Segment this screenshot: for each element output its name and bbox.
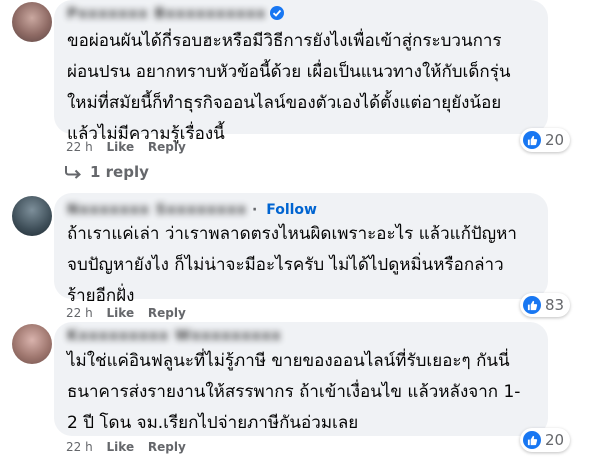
comment-text: ไม่ใช่แค่อินฟลูนะที่ไม่รู้ภาษี ขายของออน…: [67, 351, 521, 433]
comment-meta: 22 h Like Reply: [66, 440, 196, 454]
comment-time[interactable]: 22 h: [66, 140, 93, 154]
comment-author[interactable]: Nxxxxxxx Sxxxxxxxx · Follow: [67, 202, 317, 218]
comment-time[interactable]: 22 h: [66, 306, 93, 320]
reaction-count[interactable]: 83: [520, 293, 571, 317]
reply-button[interactable]: Reply: [148, 140, 186, 154]
reaction-count[interactable]: 20: [520, 128, 571, 152]
avatar[interactable]: [12, 196, 52, 236]
like-button[interactable]: Like: [107, 140, 135, 154]
reaction-number: 83: [545, 296, 565, 314]
verified-badge-icon: [270, 6, 285, 20]
comment-meta: 22 h Like Reply: [66, 306, 196, 320]
reply-button[interactable]: Reply: [148, 440, 186, 454]
thumbs-up-icon: [523, 131, 541, 149]
comment-meta: 22 h Like Reply: [66, 140, 196, 154]
reply-button[interactable]: Reply: [148, 306, 186, 320]
comment-bubble: Pxxxxxxx Bxxxxxxxxxx ขอผ่อนผันได้กี่รอบฮ…: [54, 0, 548, 144]
thumbs-up-icon: [523, 431, 541, 449]
reaction-count[interactable]: 20: [520, 428, 571, 452]
avatar[interactable]: [12, 324, 52, 364]
like-button[interactable]: Like: [107, 440, 135, 454]
comment-bubble: Kxxxxxxxxx Wxxxxxxxxx ไม่ใช่แค่อินฟลูนะท…: [54, 322, 548, 436]
follow-button[interactable]: Follow: [266, 202, 317, 218]
avatar[interactable]: [12, 2, 52, 42]
comment-text: ถ้าเราแค่เล่า ว่าเราพลาดตรงไหนผิดเพราะอะ…: [67, 224, 517, 306]
comment-author[interactable]: Pxxxxxxx Bxxxxxxxxxx: [67, 6, 285, 22]
comment-text: ขอผ่อนผันได้กี่รอบฮะหรือมีวิธีการยังไงเพ…: [67, 31, 511, 144]
replies-label[interactable]: 1 reply: [90, 163, 149, 181]
reply-arrow-icon: [65, 166, 81, 179]
comment-author[interactable]: Kxxxxxxxxx Wxxxxxxxxx: [67, 328, 282, 344]
like-button[interactable]: Like: [107, 306, 135, 320]
reaction-number: 20: [545, 131, 565, 149]
reaction-number: 20: [545, 431, 565, 449]
comment-time[interactable]: 22 h: [66, 440, 93, 454]
view-replies-link[interactable]: 1 reply: [64, 163, 149, 181]
comment-bubble: Nxxxxxxx Sxxxxxxxx · Follow ถ้าเราแค่เล่…: [54, 193, 548, 306]
thumbs-up-icon: [523, 296, 541, 314]
